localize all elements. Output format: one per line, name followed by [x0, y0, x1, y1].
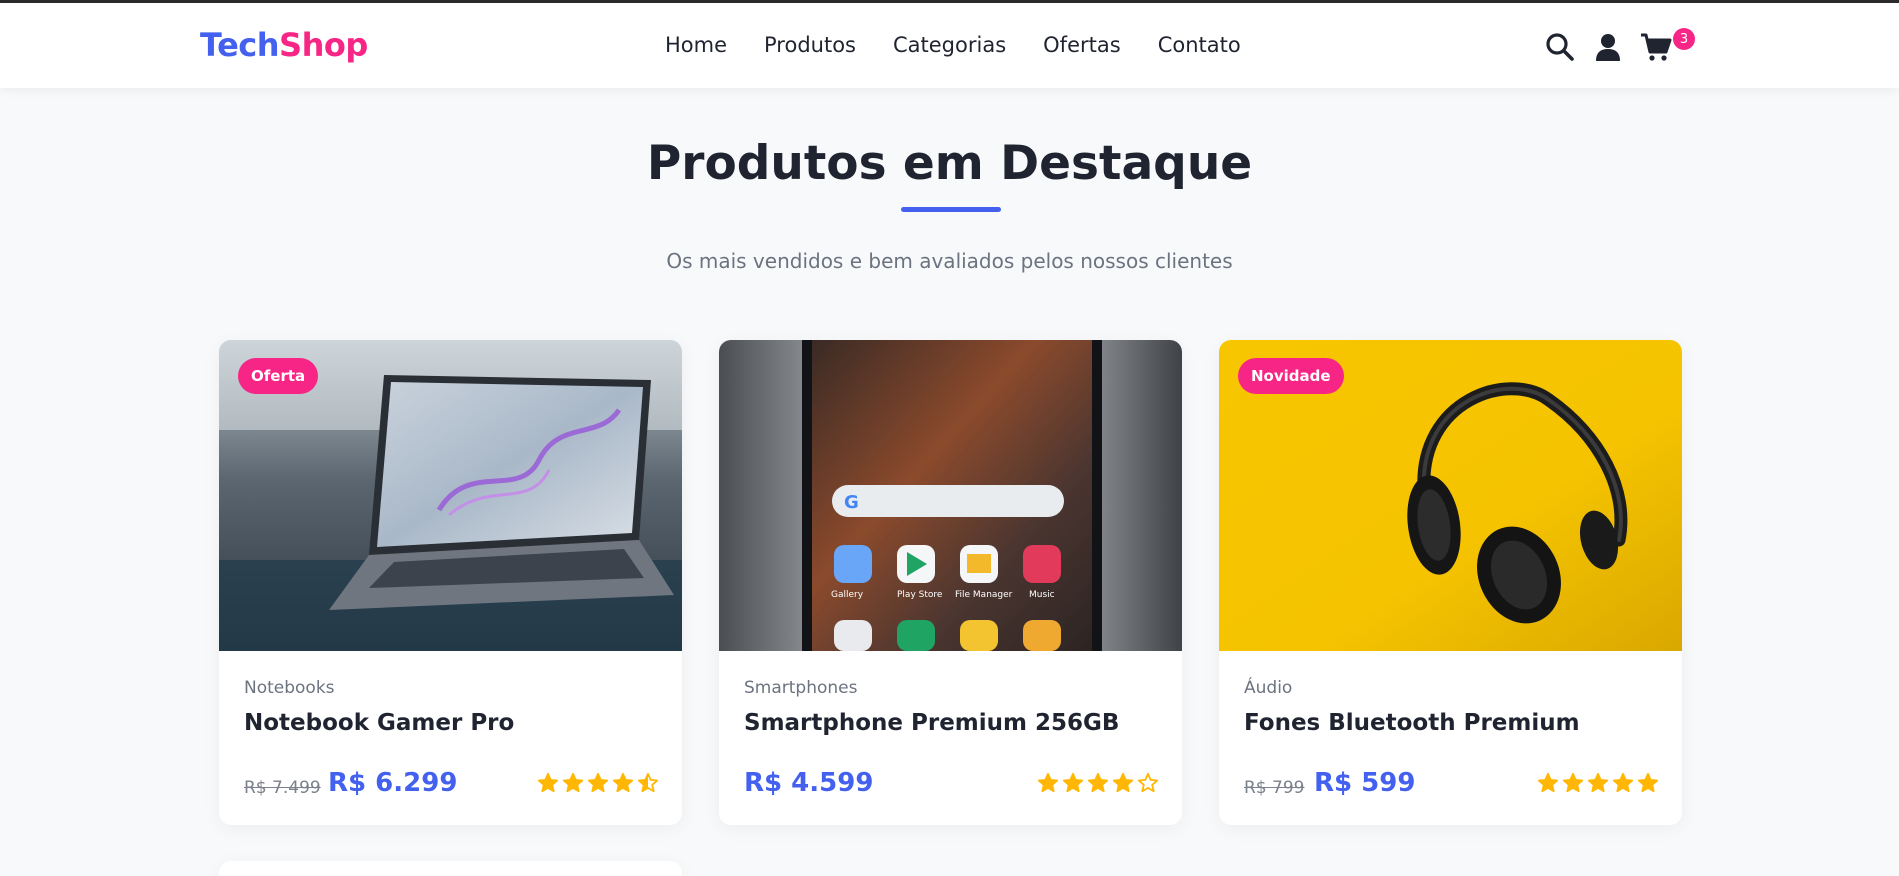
current-price: R$ 4.599: [744, 768, 874, 798]
logo[interactable]: TechShop: [200, 26, 368, 64]
product-info: Smartphones Smartphone Premium 256GB R$ …: [744, 678, 1159, 798]
star-full-icon: [1612, 772, 1634, 793]
star-full-icon: [1087, 772, 1109, 793]
nav-categorias[interactable]: Categorias: [893, 33, 1006, 57]
product-category: Áudio: [1244, 678, 1293, 698]
star-full-icon: [1112, 772, 1134, 793]
user-icon[interactable]: [1592, 31, 1624, 63]
star-full-icon: [1037, 772, 1059, 793]
price-row: R$ 7.499 R$ 6.299: [244, 768, 659, 802]
header-actions: 3: [1544, 28, 1704, 67]
svg-text:Play Store: Play Store: [897, 590, 943, 600]
svg-text:File Manager: File Manager: [955, 590, 1013, 600]
product-info: Notebooks Notebook Gamer Pro R$ 7.499 R$…: [244, 678, 659, 798]
nav-contato[interactable]: Contato: [1158, 33, 1241, 57]
nav-ofertas[interactable]: Ofertas: [1043, 33, 1121, 57]
star-full-icon: [612, 772, 634, 793]
star-full-icon: [1562, 772, 1584, 793]
star-half-icon: [637, 772, 659, 793]
cart-count-badge: 3: [1673, 28, 1695, 50]
product-category: Smartphones: [744, 678, 858, 698]
product-name[interactable]: Smartphone Premium 256GB: [744, 710, 1159, 736]
product-name[interactable]: Notebook Gamer Pro: [244, 710, 659, 736]
cart-icon[interactable]: [1640, 31, 1672, 63]
logo-text-tech: Tech: [200, 26, 280, 64]
product-badge: Novidade: [1238, 358, 1344, 394]
old-price: R$ 7.499: [244, 778, 321, 798]
title-underline: [901, 207, 1001, 212]
product-name[interactable]: Fones Bluetooth Premium: [1244, 710, 1659, 736]
product-image-smartphone[interactable]: G Gallery Play Store File Manager Music: [719, 340, 1182, 651]
site-header: TechShop Home Produtos Categorias Oferta…: [0, 3, 1899, 88]
nav-home[interactable]: Home: [665, 33, 727, 57]
product-card-partial[interactable]: [219, 861, 682, 876]
star-full-icon: [537, 772, 559, 793]
svg-text:Music: Music: [1029, 590, 1055, 600]
product-badge: Oferta: [238, 358, 319, 394]
price-row: R$ 799 R$ 599: [1244, 768, 1659, 802]
star-full-icon: [1587, 772, 1609, 793]
product-card[interactable]: Novidade Áudio Fones Bluetooth Premium R…: [1219, 340, 1682, 825]
current-price: R$ 6.299: [328, 768, 458, 798]
rating-stars: [1037, 772, 1159, 794]
nav-produtos[interactable]: Produtos: [764, 33, 856, 57]
product-category: Notebooks: [244, 678, 335, 698]
svg-text:G: G: [844, 492, 859, 513]
search-icon[interactable]: [1544, 31, 1576, 63]
star-full-icon: [562, 772, 584, 793]
svg-text:Gallery: Gallery: [831, 590, 864, 600]
star-full-icon: [1537, 772, 1559, 793]
product-card[interactable]: G Gallery Play Store File Manager Music …: [719, 340, 1182, 825]
page-subtitle: Os mais vendidos e bem avaliados pelos n…: [666, 249, 1233, 273]
rating-stars: [1537, 772, 1659, 794]
page-title: Produtos em Destaque: [646, 136, 1253, 191]
current-price: R$ 599: [1314, 768, 1416, 798]
product-card[interactable]: Oferta Notebooks Notebook Gamer Pro R$ 7…: [219, 340, 682, 825]
main-nav: Home Produtos Categorias Ofertas Contato: [665, 33, 1278, 57]
rating-stars: [537, 772, 659, 794]
star-empty-icon: [1137, 772, 1159, 793]
logo-text-shop: Shop: [279, 26, 368, 64]
star-full-icon: [1637, 772, 1659, 793]
old-price: R$ 799: [1244, 778, 1305, 798]
star-full-icon: [587, 772, 609, 793]
star-full-icon: [1062, 772, 1084, 793]
product-info: Áudio Fones Bluetooth Premium R$ 799 R$ …: [1244, 678, 1659, 798]
price-row: R$ 4.599: [744, 768, 1159, 802]
